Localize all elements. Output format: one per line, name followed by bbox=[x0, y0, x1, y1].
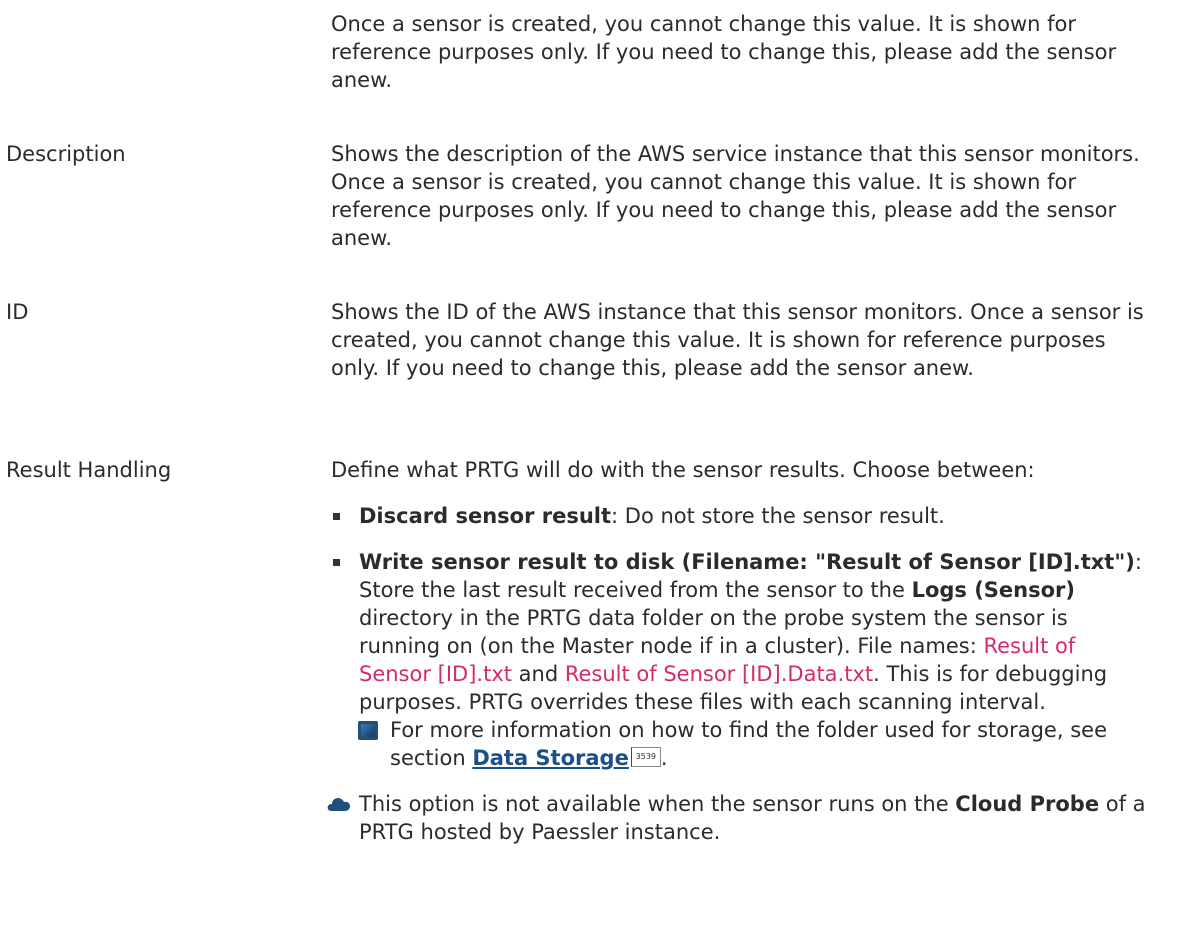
data-storage-link[interactable]: Data Storage bbox=[472, 746, 629, 770]
note-end: . bbox=[660, 746, 668, 770]
cloud-text-a: This option is not available when the se… bbox=[359, 792, 956, 816]
description-label: Description bbox=[6, 142, 126, 166]
bullet-square bbox=[333, 559, 340, 566]
logs-sensor-label: Logs (Sensor) bbox=[911, 578, 1076, 602]
cloud-note: This option is not available when the se… bbox=[327, 790, 1151, 846]
storage-note: For more information on how to find the … bbox=[358, 716, 1151, 772]
id-label: ID bbox=[6, 300, 29, 324]
book-icon bbox=[358, 721, 378, 740]
cloud-probe-label: Cloud Probe bbox=[955, 792, 1100, 816]
cloud-icon bbox=[327, 798, 350, 811]
result-options-list: Discard sensor result: Do not store the … bbox=[333, 502, 1151, 772]
result-handling-desc: Define what PRTG will do with the sensor… bbox=[327, 456, 1151, 846]
bullet-square bbox=[333, 513, 340, 520]
result-handling-intro: Define what PRTG will do with the sensor… bbox=[331, 458, 1035, 482]
id-text: Shows the ID of the AWS instance that th… bbox=[331, 300, 1144, 380]
list-item: Write sensor result to disk (Filename: "… bbox=[333, 548, 1151, 772]
option-discard-title: Discard sensor result bbox=[359, 504, 612, 528]
description-text: Shows the description of the AWS service… bbox=[331, 142, 1140, 250]
page-reference[interactable]: 3539 bbox=[630, 747, 661, 767]
option-discard-text: : Do not store the sensor result. bbox=[611, 504, 945, 528]
option-write-text-b: directory in the PRTG data folder on the… bbox=[359, 606, 1068, 658]
result-handling-label: Result Handling bbox=[6, 458, 172, 482]
list-item: Discard sensor result: Do not store the … bbox=[333, 502, 1151, 530]
filename-result-data: Result of Sensor [ID].Data.txt bbox=[564, 662, 874, 686]
option-write-and: and bbox=[511, 662, 565, 686]
intro-text: Once a sensor is created, you cannot cha… bbox=[331, 12, 1117, 92]
option-write-title: Write sensor result to disk (Filename: "… bbox=[359, 550, 1135, 574]
